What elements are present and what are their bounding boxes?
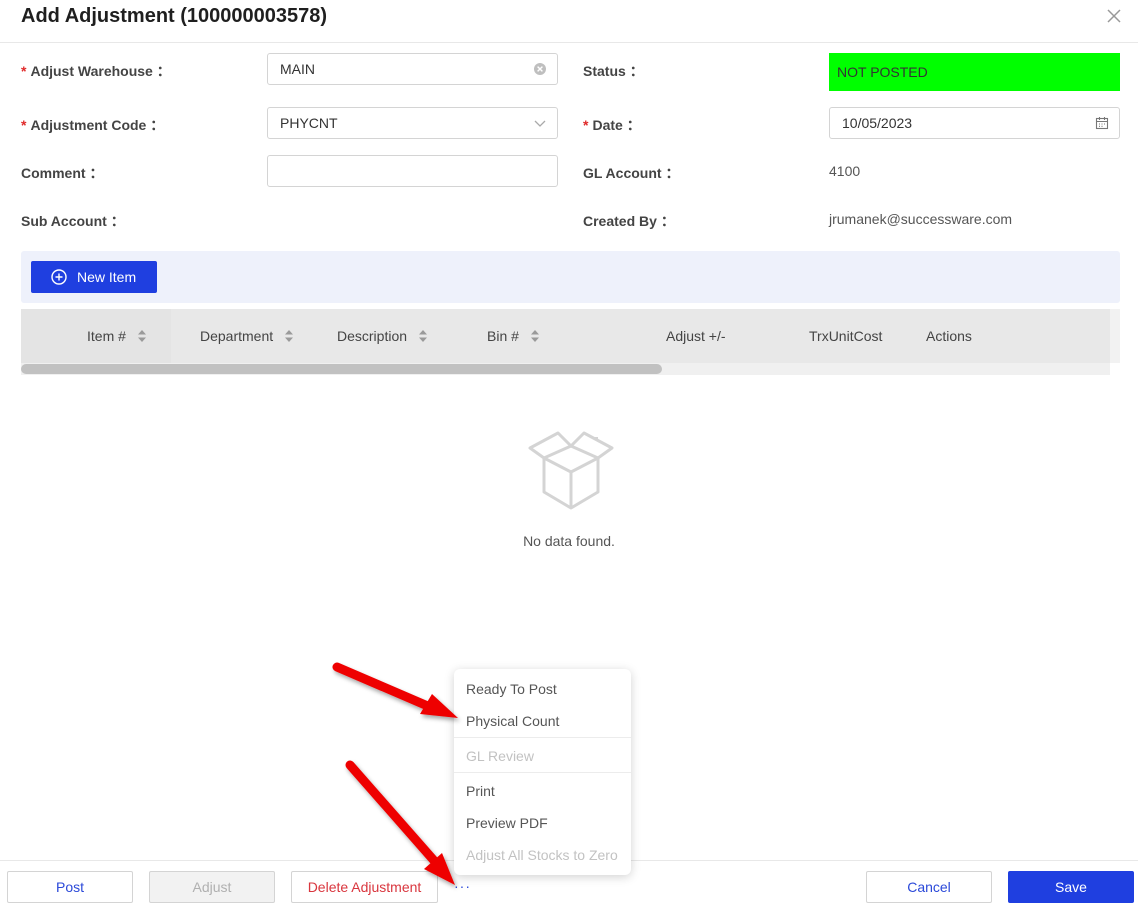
column-header-bin[interactable]: Bin # [487, 309, 539, 363]
menu-item-adjust-all-stocks-to-zero: Adjust All Stocks to Zero [466, 847, 618, 863]
more-actions-menu: Ready To Post Physical Count GL Review P… [454, 669, 631, 875]
menu-item-physical-count[interactable]: Physical Count [466, 713, 559, 729]
column-header-trxunitcost: TrxUnitCost [809, 328, 883, 344]
table-toolbar: New Item [21, 251, 1120, 303]
column-header-department[interactable]: Department [200, 309, 294, 363]
empty-state-text: No data found. [523, 533, 615, 549]
adjustment-code-select[interactable]: PHYCNT [267, 107, 558, 139]
calendar-icon[interactable] [1095, 116, 1109, 130]
menu-item-ready-to-post[interactable]: Ready To Post [466, 681, 557, 697]
status-label: Status ： [583, 63, 644, 79]
dialog-title: Add Adjustment (100000003578) [21, 5, 328, 27]
adjust-button[interactable]: Adjust [149, 871, 275, 903]
status-badge: NOT POSTED [829, 53, 1120, 91]
scrollbar-thumb[interactable] [21, 364, 662, 374]
created-by-value: jrumanek@successware.com [829, 211, 1013, 227]
chevron-down-icon [534, 120, 546, 127]
menu-item-preview-pdf[interactable]: Preview PDF [466, 815, 548, 831]
menu-divider [454, 772, 631, 773]
gl-account-value: 4100 [829, 163, 861, 179]
close-icon[interactable] [1104, 6, 1124, 26]
column-header-actions: Actions [926, 328, 972, 344]
sort-icon[interactable] [137, 330, 146, 343]
gl-account-label: GL Account ： [583, 165, 680, 181]
dialog-header: Add Adjustment (100000003578) [0, 0, 1138, 43]
sort-icon[interactable] [285, 330, 294, 343]
menu-item-print[interactable]: Print [466, 783, 495, 799]
sub-account-label: Sub Account ： [21, 213, 125, 229]
column-header-description[interactable]: Description [337, 309, 427, 363]
save-button[interactable]: Save [1008, 871, 1134, 903]
created-by-label: Created By ： [583, 213, 675, 229]
adjustment-code-label: * Adjustment Code ： [21, 117, 165, 133]
plus-circle-icon [51, 269, 67, 285]
menu-divider [454, 737, 631, 738]
sort-icon[interactable] [530, 330, 539, 343]
post-button[interactable]: Post [7, 871, 133, 903]
column-header-adjust: Adjust +/- [666, 328, 726, 344]
menu-item-gl-review: GL Review [466, 748, 534, 764]
column-header-item[interactable]: Item # [87, 309, 146, 363]
cancel-button[interactable]: Cancel [866, 871, 992, 903]
date-picker[interactable]: 10/05/2023 [829, 107, 1120, 139]
date-label: * Date ： [583, 117, 641, 133]
empty-box-icon [528, 431, 614, 510]
comment-input[interactable] [267, 155, 558, 187]
new-item-button[interactable]: New Item [31, 261, 157, 293]
comment-label: Comment ： [21, 165, 104, 181]
table-header: Item # Department Description Bin # Adju… [21, 309, 1110, 363]
more-actions-button[interactable]: ··· [454, 878, 471, 894]
adjust-warehouse-label: * Adjust Warehouse ： [21, 63, 171, 79]
arrow-to-physical-count [332, 662, 458, 718]
adjust-warehouse-select[interactable]: MAIN [267, 53, 558, 85]
sort-icon[interactable] [418, 330, 427, 343]
clear-icon[interactable] [533, 62, 547, 76]
delete-adjustment-button[interactable]: Delete Adjustment [291, 871, 438, 903]
